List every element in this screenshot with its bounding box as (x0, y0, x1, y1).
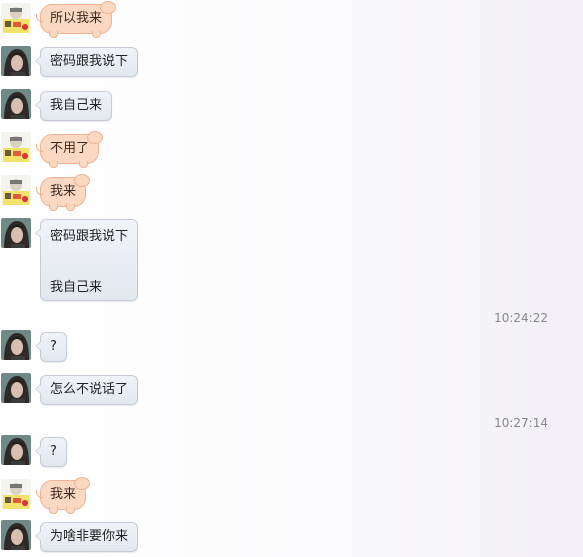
portrait-avatar-icon[interactable] (1, 435, 31, 465)
message-text: ? (50, 444, 57, 459)
cartoon-avatar-icon[interactable] (1, 479, 31, 509)
portrait-avatar-icon[interactable] (1, 520, 31, 550)
portrait-avatar-icon[interactable] (1, 46, 31, 76)
message-bubble[interactable]: 我来 (36, 174, 91, 211)
message-line: 密码跟我说下 (50, 229, 129, 244)
message-row: 我自己来 (0, 89, 583, 125)
message-bubble[interactable]: 所以我来 (36, 1, 117, 38)
message-bubble[interactable]: ? (35, 437, 67, 467)
message-bubble[interactable]: 我自己来 (34, 91, 113, 121)
message-text: 我自己来 (50, 98, 103, 113)
message-text: 不用了 (50, 141, 90, 156)
portrait-avatar-icon[interactable] (1, 330, 31, 360)
message-row: 所以我来 (0, 1, 583, 38)
message-row: 不用了 (0, 131, 583, 168)
message-text: 所以我来 (50, 11, 103, 26)
timestamp: 10:27:14 (494, 416, 548, 430)
portrait-avatar-icon[interactable] (1, 89, 31, 119)
portrait-avatar-icon[interactable] (1, 218, 31, 248)
message-row: ? (0, 435, 583, 471)
portrait-avatar-icon[interactable] (1, 373, 31, 403)
message-text: 怎么不说话了 (50, 382, 129, 397)
message-bubble[interactable]: 密码跟我说下 我自己来 (34, 219, 139, 301)
cartoon-avatar-icon[interactable] (1, 3, 31, 33)
timestamp: 10:24:22 (494, 311, 548, 325)
message-row: 密码跟我说下 我自己来 (0, 218, 583, 302)
message-row: ? (0, 330, 583, 366)
message-row: 我来 (0, 477, 583, 514)
message-bubble[interactable]: 我来 (36, 477, 91, 514)
cartoon-avatar-icon[interactable] (1, 132, 31, 162)
message-text: 我来 (50, 184, 77, 199)
message-text: 我来 (50, 487, 77, 502)
message-bubble[interactable]: ? (35, 332, 67, 362)
message-text: 密码跟我说下 (50, 54, 129, 69)
message-bubble[interactable]: 怎么不说话了 (34, 375, 139, 405)
message-row: 我来 (0, 174, 583, 211)
message-bubble[interactable]: 不用了 (36, 131, 104, 168)
cartoon-avatar-icon[interactable] (1, 175, 31, 205)
message-bubble[interactable]: 为啥非要你来 (34, 522, 139, 552)
message-text: ? (50, 339, 57, 354)
message-row: 为啥非要你来 (0, 520, 583, 556)
message-bubble[interactable]: 密码跟我说下 (34, 47, 139, 77)
message-text: 为啥非要你来 (50, 529, 129, 544)
chat-history[interactable]: 所以我来 密码跟我说下 我自己来 不用了 我来 密码跟我说下 我自己来 10:2… (0, 0, 583, 557)
message-line: 我自己来 (50, 280, 103, 295)
message-row: 怎么不说话了 (0, 373, 583, 409)
message-row: 密码跟我说下 (0, 46, 583, 82)
